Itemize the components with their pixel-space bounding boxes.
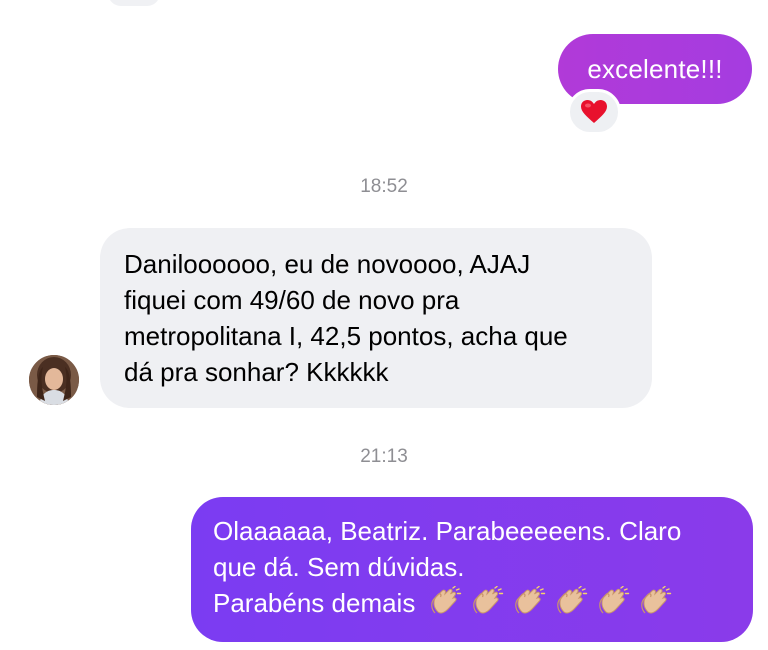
message-line: Parabéns demais xyxy=(213,588,416,618)
timestamp: 18:52 xyxy=(360,176,408,197)
outgoing-message-bubble[interactable]: Olaaaaaa, Beatriz. Parabeeeeens. Claro q… xyxy=(191,497,753,642)
message-line: dá pra sonhar? Kkkkkk xyxy=(124,357,389,387)
clapping-hands-icon xyxy=(430,586,461,614)
message-text: excelente!!! xyxy=(587,53,723,84)
timestamp: 21:13 xyxy=(360,446,408,467)
clapping-hands-icon xyxy=(556,586,587,614)
avatar[interactable] xyxy=(29,355,79,405)
clapping-hands-icon xyxy=(598,586,629,614)
emoji-row xyxy=(429,586,673,618)
message-line: metropolitana I, 42,5 pontos, acha que xyxy=(124,321,568,351)
incoming-message-bubble[interactable]: Daniloooooo, eu de novoooo, AJAJ fiquei … xyxy=(100,228,652,408)
message-line-with-emoji: Parabéns demais xyxy=(213,585,731,621)
message-line: que dá. Sem dúvidas. xyxy=(213,552,465,582)
reaction-badge[interactable] xyxy=(567,89,621,135)
clapping-hands-icon xyxy=(640,586,671,614)
profile-photo xyxy=(29,355,79,405)
message-line: Daniloooooo, eu de novoooo, AJAJ xyxy=(124,249,531,279)
previous-message-bubble xyxy=(108,0,160,6)
clapping-hands-icon xyxy=(514,586,545,614)
heart-icon xyxy=(581,100,607,123)
message-line: Olaaaaaa, Beatriz. Parabeeeeens. Claro xyxy=(213,516,682,546)
message-line: fiquei com 49/60 de novo pra xyxy=(124,285,460,315)
clapping-hands-icon xyxy=(472,586,503,614)
